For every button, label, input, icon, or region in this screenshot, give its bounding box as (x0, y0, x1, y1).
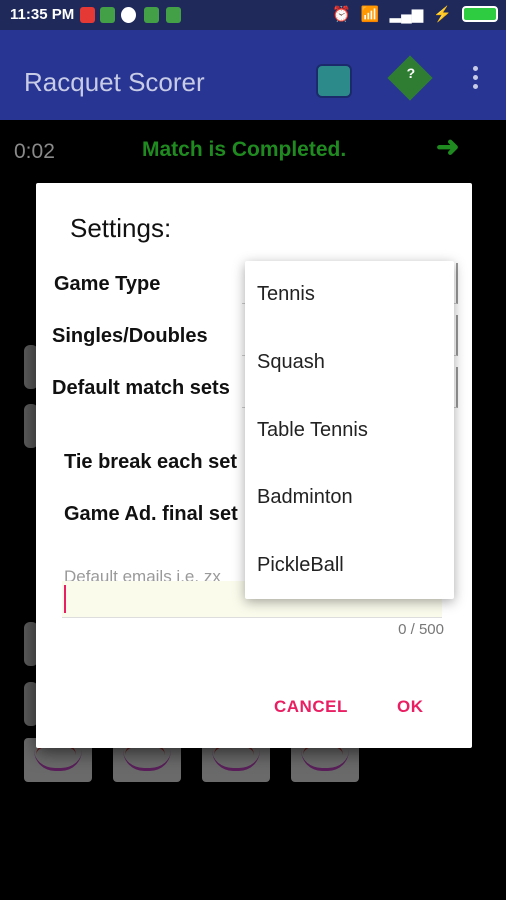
music-notification-icon (80, 7, 95, 23)
dropdown-option-badminton[interactable]: Badminton (257, 486, 353, 509)
next-arrow-icon[interactable]: ➜ (436, 130, 459, 163)
match-status: Match is Completed. (142, 138, 347, 161)
battery-icon (462, 6, 498, 22)
dropdown-option-pickleball[interactable]: PickleBall (257, 554, 344, 577)
notification-icon (166, 7, 181, 23)
tie-break-label: Tie break each set (64, 451, 238, 473)
default-sets-label: Default match sets (52, 377, 230, 399)
singles-doubles-label: Singles/Doubles (52, 325, 208, 347)
notification-icon (144, 7, 159, 23)
notification-icon (100, 7, 115, 23)
ok-button[interactable]: OK (397, 697, 424, 717)
cancel-button[interactable]: CANCEL (274, 697, 348, 717)
wifi-icon: 📶 (360, 6, 380, 23)
char-counter: 0 / 500 (398, 621, 444, 638)
dropdown-option-tennis[interactable]: Tennis (257, 283, 315, 306)
dropdown-option-squash[interactable]: Squash (257, 351, 325, 374)
alarm-icon: ⏰ (332, 6, 351, 23)
dropdown-option-table-tennis[interactable]: Table Tennis (257, 419, 368, 442)
match-timer: 0:02 (14, 140, 55, 163)
scoreboard-toggle-icon[interactable] (316, 64, 352, 98)
chrome-notification-icon (121, 7, 136, 23)
game-type-label: Game Type (54, 273, 161, 295)
signal-icon: ▂▄▆ (389, 6, 424, 23)
app-title: Racquet Scorer (24, 67, 205, 97)
game-type-dropdown: Tennis Squash Table Tennis Badminton Pic… (245, 261, 454, 599)
overflow-menu-icon[interactable] (470, 66, 480, 92)
status-time: 11:35 PM (10, 6, 75, 23)
text-cursor (64, 585, 66, 613)
dialog-title: Settings: (70, 213, 172, 243)
game-ad-label: Game Ad. final set (64, 503, 238, 525)
status-icons: ⏰ 📶 ▂▄▆ ⚡ (332, 5, 498, 23)
status-bar: 11:35 PM ⏰ 📶 ▂▄▆ ⚡ (0, 0, 506, 30)
charging-icon: ⚡ (433, 6, 452, 23)
